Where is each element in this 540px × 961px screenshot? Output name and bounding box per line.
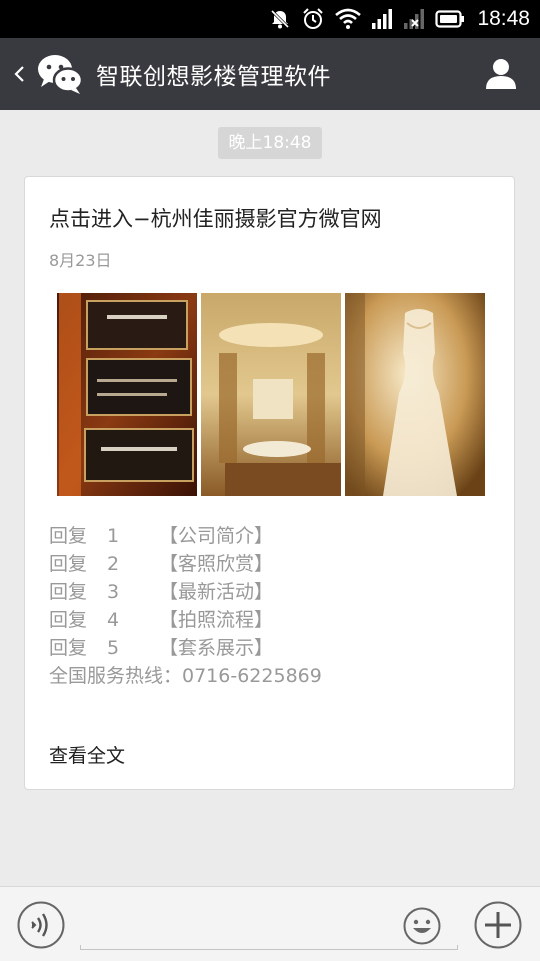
wifi-icon	[335, 8, 362, 29]
clock-time: 18:48	[477, 7, 530, 30]
plus-icon[interactable]	[474, 901, 522, 949]
read-full-text-link[interactable]: 查看全文	[49, 741, 125, 768]
reply-number: 3	[107, 581, 120, 603]
reply-item: 回复 3 【最新活动】	[49, 578, 322, 606]
reply-number: 5	[107, 637, 120, 659]
emoji-icon[interactable]	[403, 907, 441, 945]
reply-number: 2	[107, 553, 120, 575]
article-card[interactable]: 点击进入−杭州佳丽摄影官方微官网 8月23日 回复 1 【公司简介】 回复 2 …	[24, 176, 515, 790]
chat-input-bar	[0, 886, 540, 961]
status-bar: 18:48	[0, 0, 540, 38]
battery-icon	[435, 10, 465, 28]
reply-item: 回复 4 【拍照流程】	[49, 606, 322, 634]
back-icon[interactable]	[8, 58, 32, 90]
message-timestamp: 晚上18:48	[218, 127, 322, 159]
reply-item: 回复 1 【公司简介】	[49, 522, 322, 550]
reply-item: 回复 5 【套系展示】	[49, 634, 322, 662]
reply-label: 【客照欣赏】	[159, 553, 274, 575]
chat-title: 智联创想影楼管理软件	[96, 64, 331, 90]
signal-no-sim-icon	[404, 9, 425, 29]
service-hotline: 全国服务热线：0716-6225869	[49, 665, 322, 687]
voice-icon[interactable]	[17, 901, 65, 949]
reply-prefix: 回复	[49, 553, 88, 575]
article-title[interactable]: 点击进入−杭州佳丽摄影官方微官网	[49, 203, 382, 233]
reply-label: 【公司简介】	[159, 525, 274, 547]
article-date: 8月23日	[49, 251, 112, 270]
notification-muted-icon	[271, 9, 290, 29]
wechat-icon	[38, 55, 84, 94]
reply-number: 4	[107, 609, 120, 631]
chat-header: 智联创想影楼管理软件	[0, 38, 540, 110]
article-cover-image[interactable]	[57, 293, 485, 496]
profile-icon[interactable]	[484, 56, 518, 90]
signal-icon	[372, 9, 393, 29]
reply-label: 【拍照流程】	[159, 609, 274, 631]
reply-prefix: 回复	[49, 525, 88, 547]
reply-prefix: 回复	[49, 581, 88, 603]
reply-number: 1	[107, 525, 120, 547]
reply-label: 【套系展示】	[159, 637, 274, 659]
reply-item: 回复 2 【客照欣赏】	[49, 550, 322, 578]
alarm-icon	[303, 8, 324, 29]
reply-prefix: 回复	[49, 637, 88, 659]
reply-prefix: 回复	[49, 609, 88, 631]
reply-label: 【最新活动】	[159, 581, 274, 603]
message-input[interactable]	[80, 945, 458, 950]
reply-menu: 回复 1 【公司简介】 回复 2 【客照欣赏】 回复 3 【最新活动】 回复 4…	[49, 522, 322, 690]
